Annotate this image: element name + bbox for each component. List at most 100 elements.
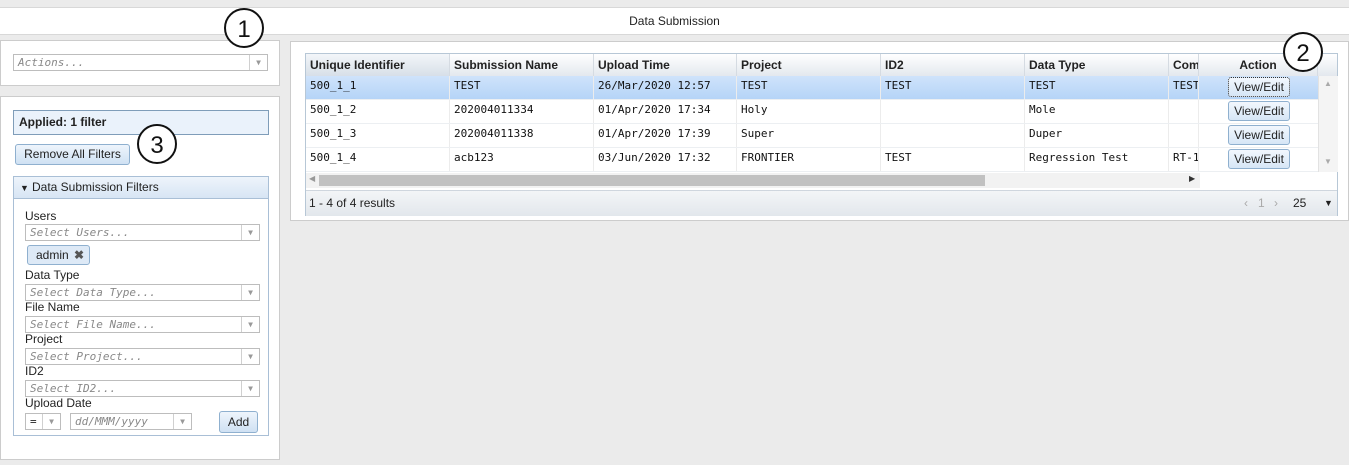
- cell-id2: TEST: [881, 148, 1025, 171]
- view-edit-button[interactable]: View/Edit: [1228, 77, 1290, 97]
- cell-com: [1169, 124, 1199, 147]
- cell-data-type: TEST: [1025, 76, 1169, 99]
- table-row[interactable]: 500_1_3 202004011338 01/Apr/2020 17:39 S…: [306, 124, 1318, 148]
- users-placeholder: Select Users...: [30, 226, 130, 239]
- horizontal-scrollbar[interactable]: ◀ ▶: [306, 173, 1200, 188]
- data-type-label: Data Type: [25, 268, 80, 282]
- column-header-project[interactable]: Project: [737, 54, 881, 76]
- cell-upload-time: 26/Mar/2020 12:57: [594, 76, 737, 99]
- project-select[interactable]: Select Project... ▼: [25, 348, 260, 365]
- cell-unique-identifier: 500_1_3: [306, 124, 450, 147]
- upload-date-label: Upload Date: [25, 396, 92, 410]
- users-select[interactable]: Select Users... ▼: [25, 224, 260, 241]
- chevron-down-icon: ▼: [241, 225, 259, 240]
- chevron-down-icon: ▼: [173, 414, 191, 429]
- cell-submission-name: TEST: [450, 76, 594, 99]
- grid-footer: 1 - 4 of 4 results ‹ 1 › 25 ▼: [306, 190, 1337, 216]
- cell-upload-time: 01/Apr/2020 17:39: [594, 124, 737, 147]
- user-chip-label: admin: [36, 248, 69, 262]
- upload-date-placeholder: dd/MMM/yyyy: [75, 415, 148, 428]
- user-chip-admin: admin ✖: [27, 245, 90, 265]
- cell-id2: TEST: [881, 76, 1025, 99]
- cell-com: RT-1: [1169, 148, 1199, 171]
- file-name-select[interactable]: Select File Name... ▼: [25, 316, 260, 333]
- prev-page-icon[interactable]: ‹: [1244, 191, 1248, 216]
- add-date-filter-button[interactable]: Add: [219, 411, 258, 433]
- page-title: Data Submission: [0, 7, 1349, 35]
- filters-section: ▼ Data Submission Filters Users Select Us…: [13, 176, 269, 436]
- scroll-down-icon[interactable]: ▼: [1324, 157, 1332, 166]
- cell-upload-time: 03/Jun/2020 17:32: [594, 148, 737, 171]
- file-name-label: File Name: [25, 300, 80, 314]
- cell-project: TEST: [737, 76, 881, 99]
- view-edit-button[interactable]: View/Edit: [1228, 149, 1290, 169]
- actions-placeholder: Actions...: [18, 56, 85, 69]
- results-count: 1 - 4 of 4 results: [309, 196, 396, 210]
- actions-dropdown[interactable]: Actions... ▼: [13, 54, 268, 71]
- date-operator-value: =: [30, 415, 37, 428]
- callout-3: 3: [137, 124, 177, 164]
- cell-unique-identifier: 500_1_4: [306, 148, 450, 171]
- page-number: 1: [1258, 196, 1265, 210]
- cell-com: [1169, 100, 1199, 123]
- file-name-placeholder: Select File Name...: [30, 318, 156, 331]
- submissions-grid: Unique Identifier Submission Name Upload…: [305, 53, 1338, 216]
- remove-chip-icon[interactable]: ✖: [74, 246, 84, 264]
- column-header-data-type[interactable]: Data Type: [1025, 54, 1169, 76]
- scroll-up-icon[interactable]: ▲: [1324, 79, 1332, 88]
- page-size-select[interactable]: 25 ▼: [1293, 191, 1333, 216]
- scroll-right-icon[interactable]: ▶: [1189, 174, 1195, 183]
- cell-data-type: Duper: [1025, 124, 1169, 147]
- chevron-down-icon: ▼: [1324, 198, 1333, 208]
- grid-header: Unique Identifier Submission Name Upload…: [306, 54, 1337, 77]
- id2-select[interactable]: Select ID2... ▼: [25, 380, 260, 397]
- cell-data-type: Regression Test: [1025, 148, 1169, 171]
- callout-2: 2: [1283, 32, 1323, 72]
- next-page-icon[interactable]: ›: [1274, 191, 1278, 216]
- column-header-upload-time[interactable]: Upload Time: [594, 54, 737, 76]
- cell-project: Super: [737, 124, 881, 147]
- chevron-down-icon: ▼: [42, 414, 60, 429]
- scroll-left-icon[interactable]: ◀: [309, 174, 315, 183]
- table-row[interactable]: 500_1_2 202004011334 01/Apr/2020 17:34 H…: [306, 100, 1318, 124]
- chevron-down-icon: ▼: [241, 381, 259, 396]
- cell-unique-identifier: 500_1_2: [306, 100, 450, 123]
- cell-data-type: Mole: [1025, 100, 1169, 123]
- horizontal-scroll-thumb[interactable]: [319, 175, 985, 186]
- filters-section-header[interactable]: ▼ Data Submission Filters: [14, 177, 268, 199]
- callout-1: 1: [224, 8, 264, 48]
- cell-submission-name: 202004011334: [450, 100, 594, 123]
- grid-panel: Unique Identifier Submission Name Upload…: [290, 41, 1349, 221]
- upload-date-input[interactable]: dd/MMM/yyyy ▼: [70, 413, 192, 430]
- cell-unique-identifier: 500_1_1: [306, 76, 450, 99]
- filters-section-title: Data Submission Filters: [32, 180, 159, 194]
- id2-placeholder: Select ID2...: [30, 382, 117, 395]
- data-type-select[interactable]: Select Data Type... ▼: [25, 284, 260, 301]
- project-label: Project: [25, 332, 63, 346]
- column-header-id2[interactable]: ID2: [881, 54, 1025, 76]
- chevron-down-icon: ▼: [241, 285, 259, 300]
- remove-all-filters-button[interactable]: Remove All Filters: [15, 144, 130, 165]
- column-header-submission-name[interactable]: Submission Name: [450, 54, 594, 76]
- cell-id2: [881, 100, 1025, 123]
- column-header-com[interactable]: Com: [1169, 54, 1199, 76]
- vertical-scrollbar[interactable]: ▲ ▼: [1318, 76, 1338, 172]
- chevron-down-icon: ▼: [241, 349, 259, 364]
- view-edit-button[interactable]: View/Edit: [1228, 101, 1290, 121]
- cell-submission-name: acb123: [450, 148, 594, 171]
- cell-project: FRONTIER: [737, 148, 881, 171]
- table-row[interactable]: 500_1_1 TEST 26/Mar/2020 12:57 TEST TEST…: [306, 76, 1318, 100]
- cell-project: Holy: [737, 100, 881, 123]
- date-operator-select[interactable]: = ▼: [25, 413, 61, 430]
- view-edit-button[interactable]: View/Edit: [1228, 125, 1290, 145]
- applied-filters-label: Applied: 1 filter: [19, 115, 107, 129]
- column-header-unique-identifier[interactable]: Unique Identifier: [306, 54, 450, 76]
- cell-upload-time: 01/Apr/2020 17:34: [594, 100, 737, 123]
- table-row[interactable]: 500_1_4 acb123 03/Jun/2020 17:32 FRONTIE…: [306, 148, 1318, 172]
- id2-label: ID2: [25, 364, 44, 378]
- chevron-down-icon: ▼: [241, 317, 259, 332]
- project-placeholder: Select Project...: [30, 350, 143, 363]
- cell-submission-name: 202004011338: [450, 124, 594, 147]
- page-size-value: 25: [1293, 196, 1307, 210]
- cell-com: TEST: [1169, 76, 1199, 99]
